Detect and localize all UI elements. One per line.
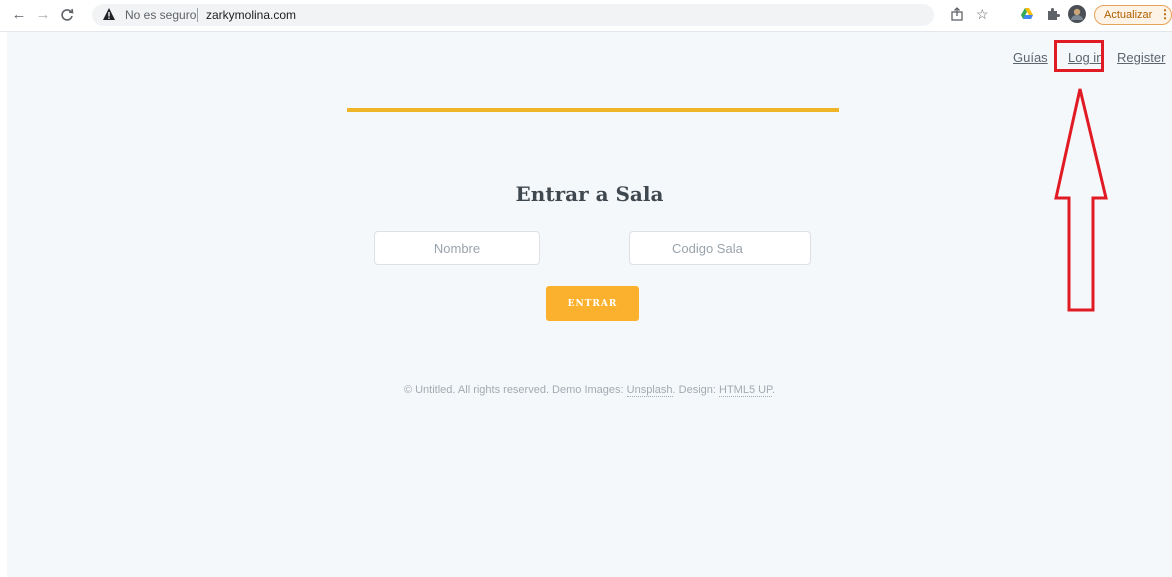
warning-icon[interactable] <box>102 7 116 21</box>
unsplash-link[interactable]: Unsplash <box>626 384 673 397</box>
security-label[interactable]: No es seguro <box>125 8 196 22</box>
update-label: Actualizar <box>1104 9 1153 21</box>
profile-avatar-icon[interactable] <box>1068 5 1086 23</box>
forward-arrow-icon[interactable]: → <box>34 6 52 24</box>
page-content: Guías Log in Register Entrar a Sala ENTR… <box>7 32 1172 577</box>
accent-divider <box>347 108 839 112</box>
annotation-highlight-box <box>1054 40 1104 72</box>
page-title: Entrar a Sala <box>515 182 664 206</box>
footer-design-label: . Design: <box>672 384 716 396</box>
menu-icon[interactable]: ⋮ <box>1159 7 1171 21</box>
nombre-input[interactable] <box>374 231 540 265</box>
separator <box>197 8 198 22</box>
share-icon[interactable] <box>950 7 966 23</box>
codigo-sala-input[interactable] <box>629 231 811 265</box>
footer: © Untitled. All rights reserved. Demo Im… <box>7 384 1172 397</box>
annotation-up-arrow-icon <box>1054 88 1108 312</box>
footer-text: © Untitled. All rights reserved. Demo Im… <box>403 384 624 396</box>
drive-icon[interactable] <box>1020 7 1036 23</box>
nav-link-register[interactable]: Register <box>1117 50 1165 65</box>
reload-icon[interactable] <box>58 6 76 24</box>
back-arrow-icon[interactable]: ← <box>10 6 28 24</box>
footer-end: . <box>771 384 776 396</box>
url-text[interactable]: zarkymolina.com <box>206 8 296 22</box>
address-bar[interactable]: No es seguro zarkymolina.com <box>92 4 934 26</box>
extensions-icon[interactable] <box>1046 7 1062 23</box>
entrar-button[interactable]: ENTRAR <box>546 286 639 321</box>
browser-toolbar: ← → No es seguro zarkymolina.com ☆ Actua… <box>0 0 1172 32</box>
update-button[interactable]: Actualizar ⋮ <box>1094 5 1172 25</box>
star-icon[interactable]: ☆ <box>976 7 992 23</box>
html5up-link[interactable]: HTML5 UP <box>719 384 772 397</box>
nav-link-guias[interactable]: Guías <box>1013 50 1048 65</box>
